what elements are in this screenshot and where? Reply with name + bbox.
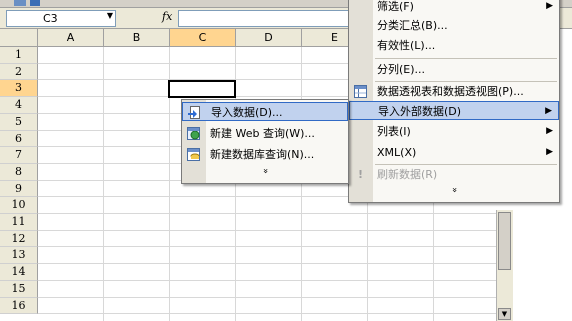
vertical-scrollbar[interactable]: ▼ [496, 210, 513, 321]
gridline-horizontal [38, 313, 496, 314]
fx-icon[interactable]: fx [162, 10, 172, 23]
row-header-13[interactable]: 13 [0, 247, 38, 264]
gridline-horizontal [38, 280, 496, 281]
menu-item-label: 分类汇总(B)... [377, 19, 448, 32]
web-query-icon [187, 127, 200, 140]
menu-item-label: 有效性(L)... [377, 39, 436, 52]
pivot-table-icon [354, 85, 367, 98]
data-menu: 筛选(F) ▶ 分类汇总(B)... 有效性(L)... 分列(E)... 数据透… [348, 0, 560, 203]
column-header-d[interactable]: D [236, 29, 302, 47]
menu-item-label: 分列(E)... [377, 63, 426, 76]
menu-item-label: 导入数据(D)... [211, 106, 283, 119]
menu-item-label: 列表(I) [377, 125, 411, 138]
menu-item-subtotals[interactable]: 分类汇总(B)... [349, 16, 559, 35]
row-header-4[interactable]: 4 [0, 97, 38, 114]
expand-menu-icon[interactable]: » [260, 88, 270, 254]
row-header-8[interactable]: 8 [0, 164, 38, 181]
name-box-value: C3 [43, 12, 58, 25]
row-header-16[interactable]: 16 [0, 298, 38, 314]
menu-item-label: XML(X) [377, 146, 417, 159]
select-all-corner[interactable] [0, 29, 38, 47]
import-data-icon [188, 106, 201, 119]
row-header-2[interactable]: 2 [0, 64, 38, 80]
toolbar-icon[interactable] [30, 0, 40, 6]
row-header-1[interactable]: 1 [0, 47, 38, 64]
gridline-vertical [103, 47, 104, 321]
submenu-arrow-icon: ▶ [546, 126, 553, 136]
row-header-14[interactable]: 14 [0, 264, 38, 281]
column-header-c[interactable]: C [170, 29, 236, 47]
database-query-icon [187, 148, 200, 161]
gridline-horizontal [38, 297, 496, 298]
import-external-data-submenu: 导入数据(D)... 新建 Web 查询(W)... 新建数据库查询(N)...… [181, 99, 349, 184]
exclamation-icon: ! [357, 168, 364, 181]
toolbar-icon[interactable] [14, 0, 26, 6]
row-header-12[interactable]: 12 [0, 231, 38, 247]
submenu-arrow-icon: ▶ [546, 147, 553, 157]
row-header-15[interactable]: 15 [0, 281, 38, 298]
row-header-11[interactable]: 11 [0, 214, 38, 231]
active-cell-c3[interactable] [168, 80, 236, 98]
submenu-arrow-icon: ▶ [546, 1, 553, 11]
menu-item-label: 筛选(F) [377, 0, 414, 13]
menu-item-label: 刷新数据(R) [377, 168, 438, 181]
scrollbar-thumb[interactable] [498, 212, 511, 270]
submenu-arrow-icon: ▶ [545, 106, 552, 116]
gridline-vertical [301, 47, 302, 321]
menu-separator [375, 58, 557, 59]
row-header-10[interactable]: 10 [0, 197, 38, 214]
formula-input[interactable] [178, 10, 370, 27]
name-box[interactable]: C3 ▼ [6, 10, 116, 27]
row-header-9[interactable]: 9 [0, 181, 38, 197]
gridline-horizontal [38, 263, 496, 264]
row-header-7[interactable]: 7 [0, 147, 38, 164]
row-header-5[interactable]: 5 [0, 114, 38, 131]
menu-item-text-to-columns[interactable]: 分列(E)... [349, 60, 559, 79]
scroll-down-button[interactable]: ▼ [498, 308, 511, 320]
expand-menu-icon[interactable]: » [449, 85, 459, 295]
row-header-3[interactable]: 3 [0, 80, 38, 97]
menu-item-validation[interactable]: 有效性(L)... [349, 36, 559, 55]
column-header-b[interactable]: B [104, 29, 170, 47]
column-header-a[interactable]: A [38, 29, 104, 47]
menu-item-filter[interactable]: 筛选(F) ▶ [349, 0, 559, 16]
row-header-6[interactable]: 6 [0, 131, 38, 147]
chevron-down-icon[interactable]: ▼ [107, 11, 113, 20]
